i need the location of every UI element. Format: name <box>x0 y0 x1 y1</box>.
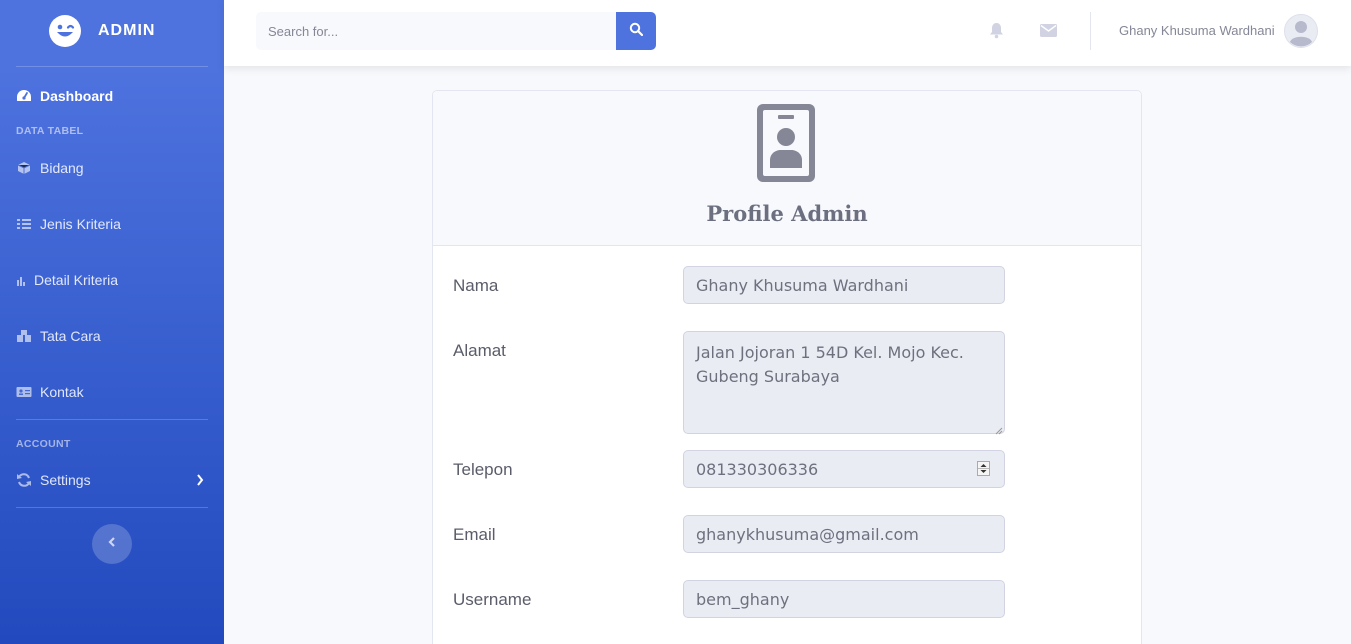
telepon-value: 081330306336 <box>696 459 819 479</box>
topbar-divider <box>1090 12 1091 50</box>
email-label: Email <box>453 525 496 544</box>
sidebar-heading-data: DATA TABEL <box>16 125 84 137</box>
username-label: Username <box>453 590 532 609</box>
sidebar-item-bidang[interactable]: Bidang <box>0 158 84 178</box>
nama-label: Nama <box>453 276 499 295</box>
alamat-textarea[interactable]: Jalan Jojoran 1 54D Kel. Mojo Kec. Guben… <box>683 331 1005 434</box>
profile-card-header: Profile Admin <box>433 91 1141 246</box>
id-badge-icon <box>755 102 817 189</box>
sidebar-heading-account: ACCOUNT <box>16 438 71 450</box>
telepon-label: Telepon <box>453 460 513 479</box>
username-field[interactable]: bem_ghany <box>683 580 1005 618</box>
topbar: Ghany Khusuma Wardhani <box>224 0 1351 66</box>
envelope-icon[interactable] <box>1040 24 1057 42</box>
number-spinner[interactable] <box>977 461 990 476</box>
sidebar-item-kontak[interactable]: Kontak <box>0 382 84 402</box>
nama-field[interactable]: Ghany Khusuma Wardhani <box>683 266 1005 304</box>
resize-handle-icon[interactable] <box>994 422 1003 440</box>
sidebar-item-label: Tata Cara <box>40 328 101 344</box>
search-button[interactable] <box>616 12 656 50</box>
sync-icon <box>16 473 32 487</box>
sidebar-item-tata-cara[interactable]: Tata Cara <box>0 326 101 346</box>
sidebar-divider <box>16 66 208 67</box>
tachometer-icon <box>16 89 32 103</box>
sidebar-item-dashboard[interactable]: Dashboard <box>0 86 113 106</box>
profile-card: Profile Admin Nama Ghany Khusuma Wardhan… <box>432 90 1142 644</box>
brand-name: ADMIN <box>98 22 156 39</box>
chart-icon <box>16 273 26 287</box>
sidebar: ADMIN Dashboard DATA TABEL Bidang Jenis … <box>0 0 224 644</box>
sidebar-item-label: Bidang <box>40 160 84 176</box>
user-name[interactable]: Ghany Khusuma Wardhani <box>1119 23 1275 38</box>
alamat-label: Alamat <box>453 341 506 360</box>
list-icon <box>16 217 32 231</box>
sidebar-divider <box>16 507 208 508</box>
id-card-icon <box>16 385 32 399</box>
sidebar-divider <box>16 419 208 420</box>
bell-icon[interactable] <box>989 22 1004 44</box>
sidebar-item-jenis-kriteria[interactable]: Jenis Kriteria <box>0 214 121 234</box>
sidebar-item-label: Kontak <box>40 384 84 400</box>
cube-icon <box>16 161 32 175</box>
chevron-right-icon <box>196 473 204 489</box>
laugh-wink-icon <box>49 15 81 47</box>
boxes-icon <box>16 329 32 343</box>
search-input[interactable] <box>256 12 616 50</box>
telepon-field[interactable]: 081330306336 <box>683 450 1005 488</box>
sidebar-item-label: Jenis Kriteria <box>40 216 121 232</box>
sidebar-toggle-button[interactable] <box>92 524 132 564</box>
sidebar-item-label: Detail Kriteria <box>34 272 119 288</box>
sidebar-item-detail-kriteria[interactable]: Detail Kriteria <box>0 270 118 290</box>
profile-title: Profile Admin <box>706 201 868 226</box>
sidebar-brand[interactable]: ADMIN <box>0 0 224 62</box>
sidebar-item-label: Settings <box>40 472 91 488</box>
sidebar-item-settings[interactable]: Settings <box>0 470 224 490</box>
email-field[interactable]: ghanykhusuma@gmail.com <box>683 515 1005 553</box>
user-avatar[interactable] <box>1284 14 1318 48</box>
chevron-left-icon <box>108 535 116 553</box>
search-icon <box>629 22 644 41</box>
sidebar-item-label: Dashboard <box>40 88 114 104</box>
